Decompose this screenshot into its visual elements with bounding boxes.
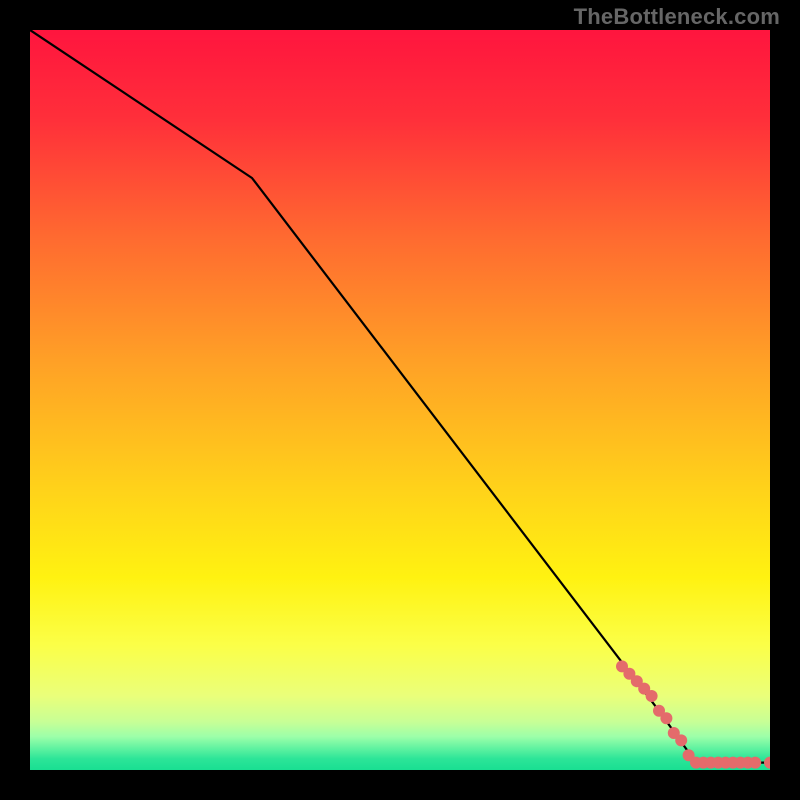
plot-area xyxy=(30,30,770,770)
gradient-background xyxy=(30,30,770,770)
data-point xyxy=(646,690,658,702)
data-point xyxy=(675,734,687,746)
chart-stage: TheBottleneck.com xyxy=(0,0,800,800)
data-point xyxy=(749,757,761,769)
watermark-text: TheBottleneck.com xyxy=(574,4,780,30)
plot-svg xyxy=(30,30,770,770)
data-point xyxy=(660,712,672,724)
